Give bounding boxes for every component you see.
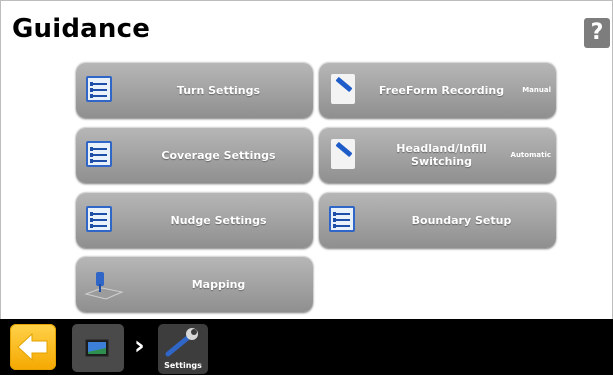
settings-crumb[interactable]: Settings [158, 324, 208, 374]
boundary-setup-label: Boundary Setup [411, 213, 512, 227]
pen-recording-icon [331, 74, 355, 104]
breadcrumb-separator: › [134, 331, 145, 361]
headland-infill-switching-status: Automatic [510, 151, 551, 159]
freeform-recording-status: Manual [522, 86, 551, 94]
bottom-navigation-bar: › Settings [0, 319, 613, 375]
map-pin-icon [84, 272, 124, 300]
list-settings-icon [86, 141, 112, 167]
wrench-icon [165, 328, 198, 357]
back-arrow-icon [17, 332, 48, 362]
home-screen-icon [85, 339, 109, 357]
back-button[interactable] [10, 324, 56, 370]
freeform-recording-button[interactable]: FreeForm Recording Manual [319, 62, 556, 118]
help-button[interactable]: ? [584, 18, 610, 48]
pen-recording-icon [331, 139, 355, 169]
list-settings-icon [86, 76, 112, 102]
nudge-settings-button[interactable]: Nudge Settings [76, 192, 313, 248]
list-settings-icon [329, 206, 355, 232]
turn-settings-label: Turn Settings [176, 83, 261, 97]
boundary-setup-button[interactable]: Boundary Setup [319, 192, 556, 248]
settings-crumb-label: Settings [164, 361, 202, 370]
home-screen-crumb[interactable] [72, 324, 124, 372]
mapping-button[interactable]: Mapping [76, 256, 313, 312]
coverage-settings-button[interactable]: Coverage Settings [76, 127, 313, 183]
list-settings-icon [86, 206, 112, 232]
mapping-label: Mapping [191, 277, 246, 291]
nudge-settings-label: Nudge Settings [170, 213, 267, 227]
turn-settings-button[interactable]: Turn Settings [76, 62, 313, 118]
coverage-settings-label: Coverage Settings [161, 148, 276, 162]
headland-infill-switching-button[interactable]: Headland/Infill Switching Automatic [319, 127, 556, 183]
page-title: Guidance [12, 14, 151, 44]
